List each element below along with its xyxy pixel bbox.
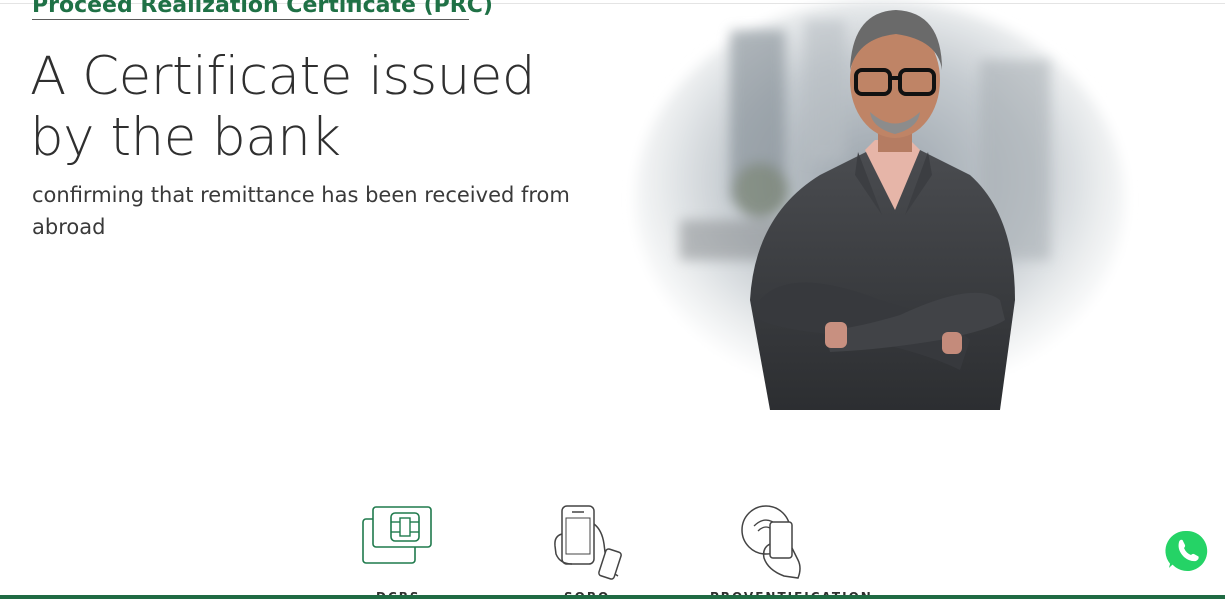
hero-eyebrow-underline (32, 19, 469, 20)
hero-eyebrow: Proceed Realization Certificate (PRC) (32, 0, 493, 18)
feature-item[interactable]: DCBS (360, 500, 480, 599)
feature-item[interactable]: SOBO (552, 500, 672, 599)
mobile-hand-icon (554, 505, 622, 580)
feature-item[interactable]: PROVENTIFICATION (710, 500, 871, 599)
chip-card-icon (362, 506, 432, 564)
features-row: DCBS SOBO PROVENTIFICATION (340, 500, 871, 599)
whatsapp-button[interactable] (1160, 524, 1214, 578)
hero-photo (635, 0, 1125, 410)
hero-subtitle: confirming that remittance has been rece… (32, 183, 570, 239)
contactless-card-icon (741, 505, 801, 579)
bottom-bar (0, 595, 1225, 599)
whatsapp-icon (1163, 528, 1210, 575)
hero-title: A Certificate issued by the bank (30, 46, 536, 168)
